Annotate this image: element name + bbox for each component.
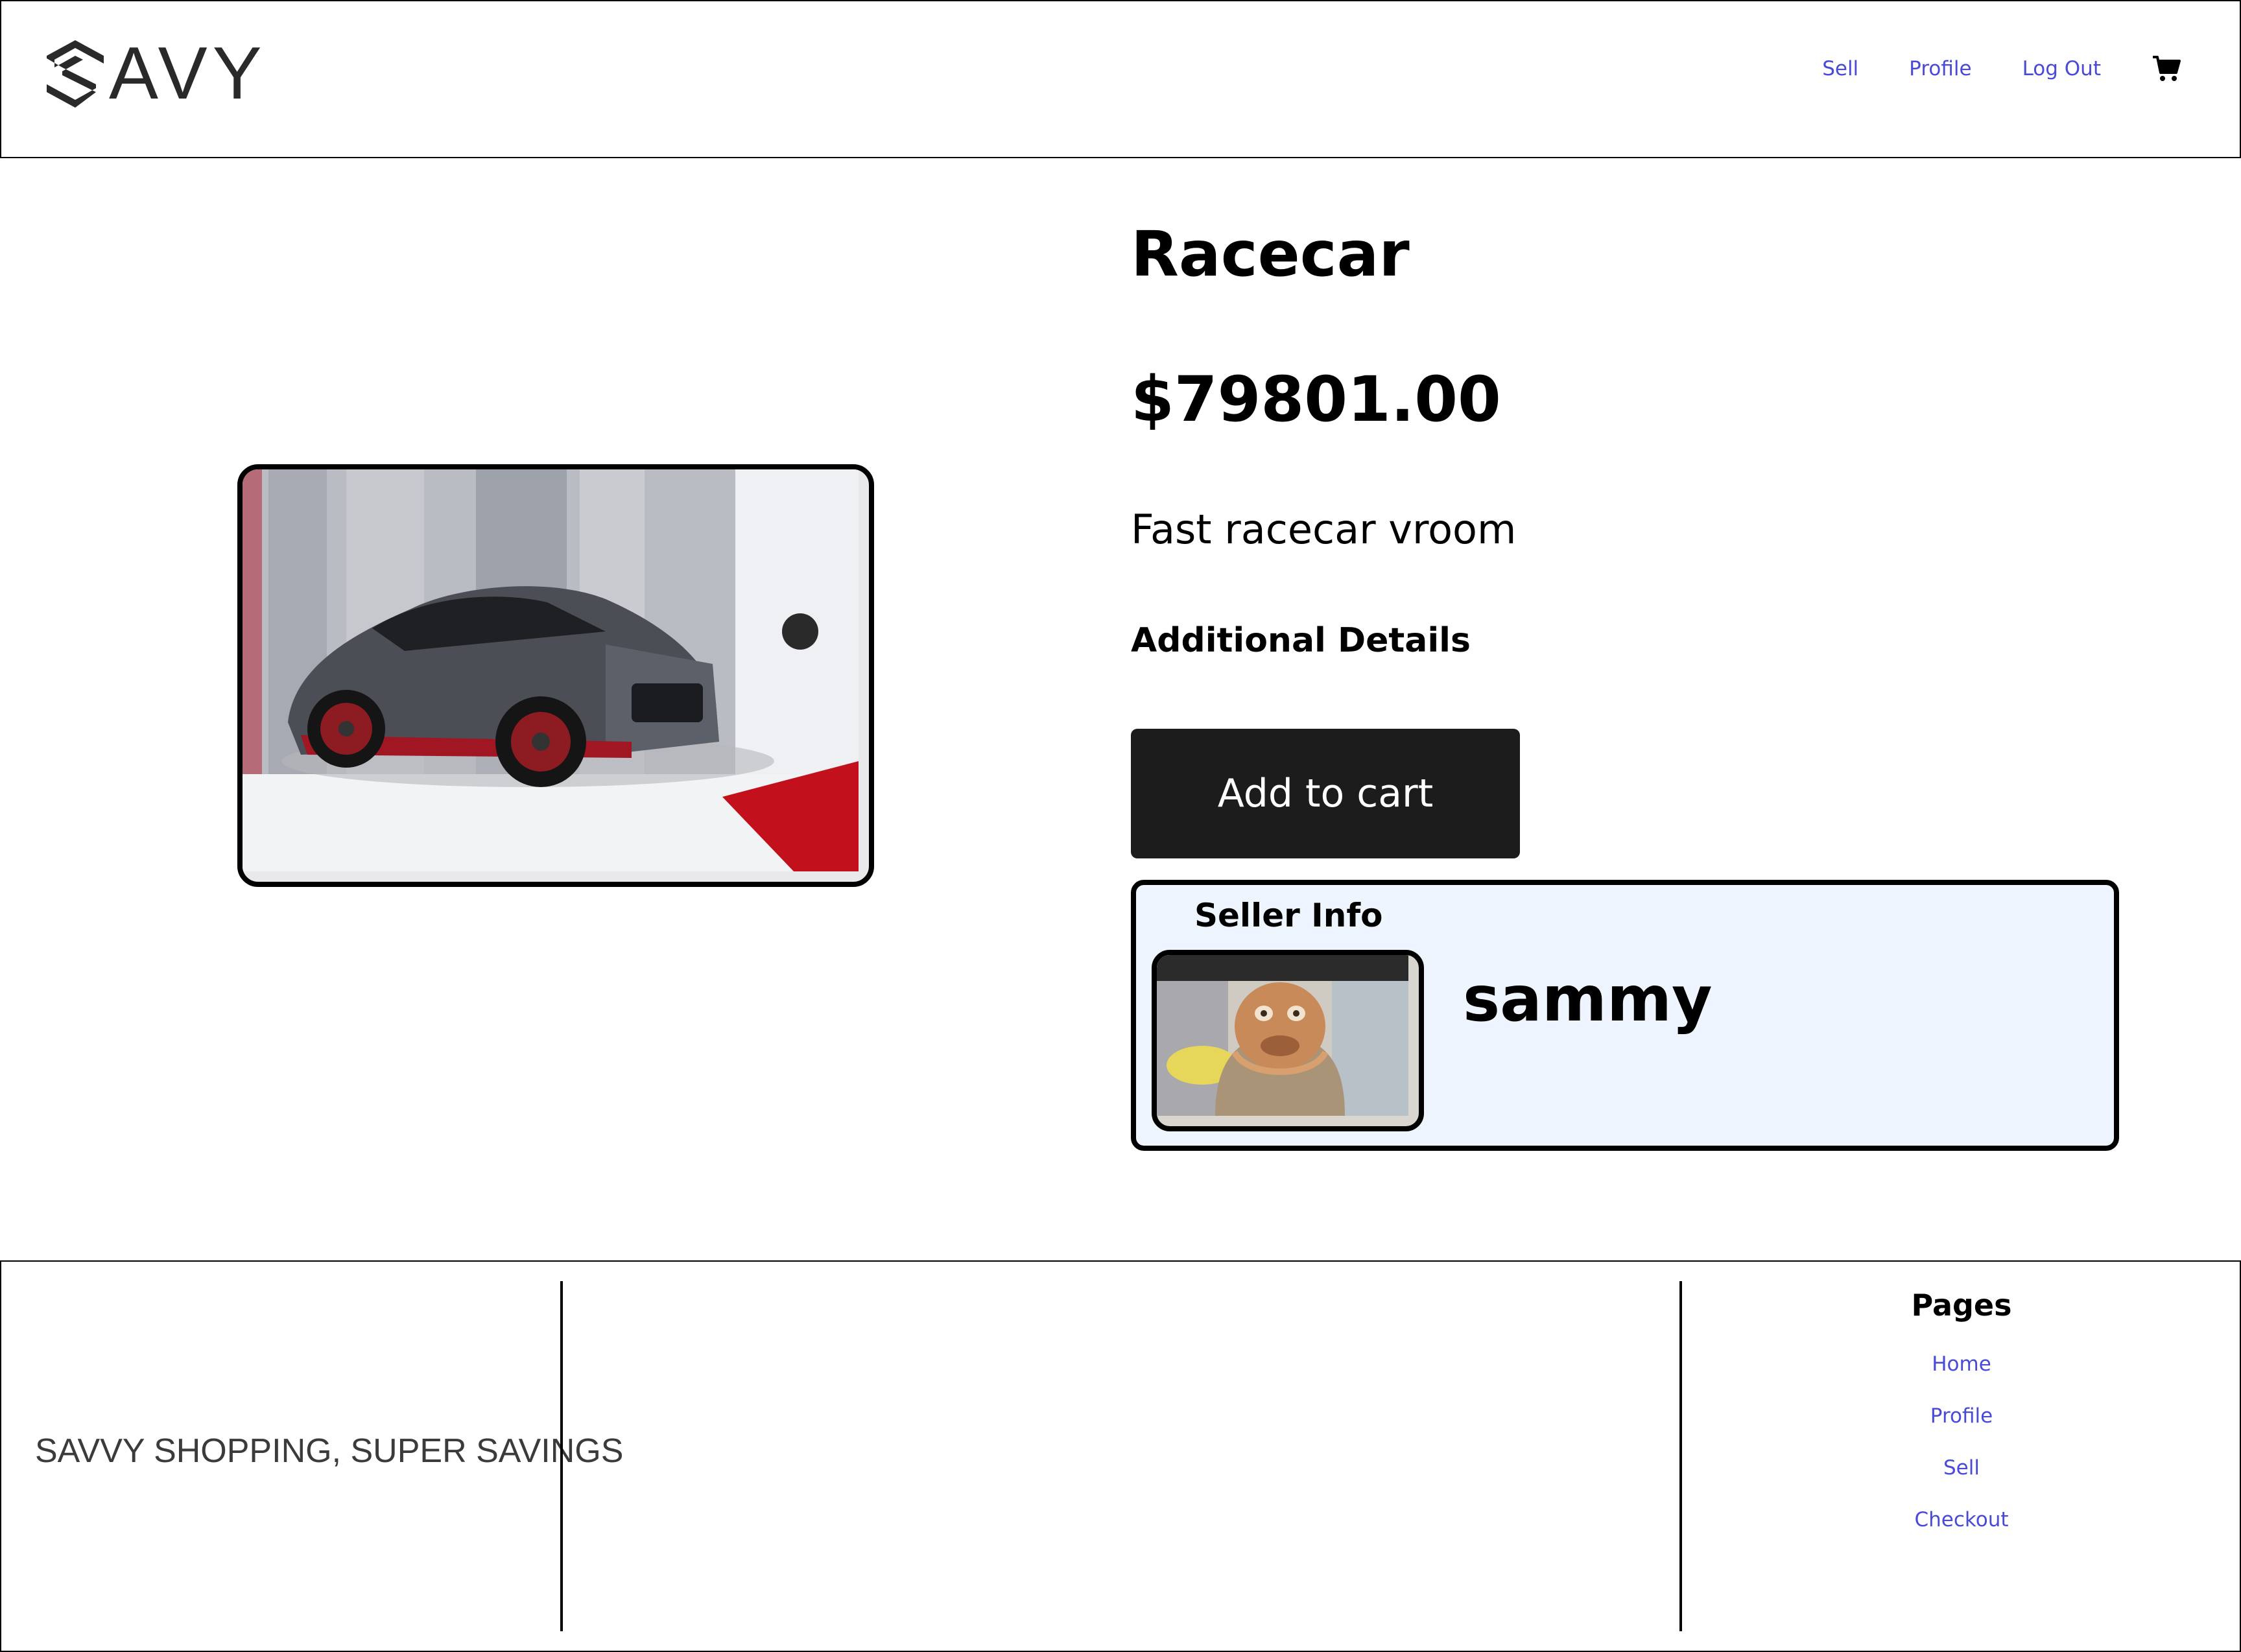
footer-divider-left [560,1281,563,1631]
site-footer: SAVVY SHOPPING, SUPER SAVINGS Pages Home… [0,1260,2241,1652]
footer-link-home[interactable]: Home [1681,1352,2241,1376]
footer-link-profile[interactable]: Profile [1681,1404,2241,1428]
site-header: AVY Sell Profile Log Out [0,0,2241,158]
footer-link-checkout[interactable]: Checkout [1681,1508,2241,1531]
seller-info-card: Seller Info sammy [1131,880,2119,1151]
product-price: $79801.00 [1131,363,1501,436]
seller-info-heading: Seller Info [1194,897,1383,934]
nav-profile-link[interactable]: Profile [1909,57,1971,80]
add-to-cart-button[interactable]: Add to cart [1131,729,1520,858]
footer-pages-section: Pages Home Profile Sell Checkout [1681,1281,2241,1560]
racecar-photo [243,469,859,871]
seller-avatar-photo [1157,955,1408,1116]
additional-details-heading: Additional Details [1131,621,1471,660]
seller-avatar[interactable] [1152,950,1424,1131]
footer-pages-heading: Pages [1911,1288,2012,1323]
product-image [237,464,874,887]
product-title: Racecar [1131,218,1410,290]
logo-wordmark: AVY [109,32,267,115]
product-description: Fast racecar vroom [1131,506,1517,553]
footer-link-sell[interactable]: Sell [1681,1456,2241,1480]
savy-logo-icon [47,40,104,108]
shopping-cart-icon[interactable] [2152,54,2181,83]
main-nav: Sell Profile Log Out [1772,54,2181,83]
savy-logo[interactable]: AVY [44,32,267,115]
seller-name[interactable]: sammy [1463,963,1713,1035]
nav-logout-link[interactable]: Log Out [2022,57,2101,80]
footer-tagline: SAVVY SHOPPING, SUPER SAVINGS [35,1432,624,1470]
nav-sell-link[interactable]: Sell [1822,57,1858,80]
